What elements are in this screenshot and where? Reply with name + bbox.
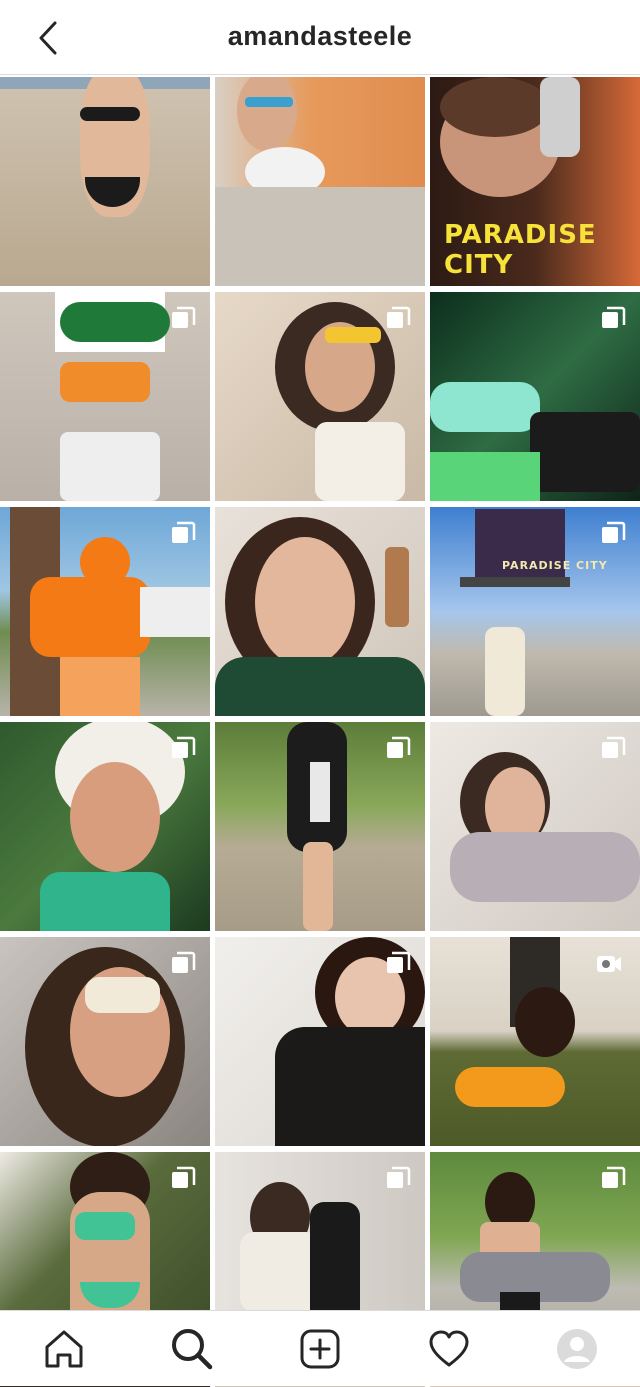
post-image	[455, 1067, 565, 1107]
carousel-icon	[172, 521, 196, 543]
post-image	[303, 842, 333, 931]
post-image	[540, 77, 580, 157]
bottom-nav	[0, 1310, 640, 1386]
avatar-icon	[557, 1329, 597, 1369]
post-tile[interactable]	[430, 722, 640, 931]
video-icon	[597, 956, 621, 972]
carousel-icon	[172, 1166, 196, 1188]
posts-grid: PARADISE CITY PARADISE CITY	[0, 77, 640, 1387]
post-image	[85, 977, 160, 1013]
carousel-icon	[172, 306, 196, 328]
carousel-icon	[387, 736, 411, 758]
home-icon	[45, 1330, 83, 1368]
post-image	[430, 382, 540, 432]
post-image	[325, 327, 381, 343]
post-image	[30, 577, 150, 657]
post-image	[515, 987, 575, 1057]
nav-home[interactable]	[42, 1327, 86, 1371]
nav-new-post[interactable]	[298, 1327, 342, 1371]
post-image	[140, 587, 210, 637]
post-image	[237, 77, 297, 151]
post-tile[interactable]	[215, 507, 425, 716]
top-bar: amandasteele	[0, 0, 640, 75]
profile-username: amandasteele	[227, 21, 413, 51]
nav-activity[interactable]	[427, 1327, 471, 1371]
plus-square-icon	[300, 1329, 340, 1369]
post-tile[interactable]	[430, 292, 640, 501]
post-image	[60, 432, 160, 501]
post-image	[60, 362, 150, 402]
post-tile[interactable]	[0, 292, 210, 501]
post-image	[255, 537, 355, 667]
post-image	[240, 1232, 320, 1312]
post-image	[215, 657, 425, 716]
post-tile[interactable]	[0, 722, 210, 931]
search-icon	[172, 1329, 213, 1370]
post-tile[interactable]: PARADISE CITY	[430, 507, 640, 716]
post-image	[440, 77, 550, 137]
post-image	[80, 537, 130, 587]
carousel-icon	[602, 1166, 626, 1188]
nav-profile[interactable]	[555, 1327, 599, 1371]
post-tile[interactable]: PARADISE CITY	[430, 77, 640, 286]
carousel-icon	[602, 736, 626, 758]
post-image	[450, 832, 640, 902]
post-image	[215, 187, 425, 286]
post-image	[245, 97, 293, 107]
post-image	[60, 302, 170, 342]
post-image	[80, 107, 140, 121]
post-image	[430, 452, 540, 501]
post-overlay-text: PARADISE CITY	[444, 220, 597, 280]
post-image	[485, 627, 525, 716]
post-image	[70, 762, 160, 872]
carousel-icon	[387, 306, 411, 328]
carousel-icon	[387, 1166, 411, 1188]
post-image	[75, 1212, 135, 1240]
post-image	[40, 872, 170, 931]
post-image	[310, 762, 330, 822]
post-image	[60, 657, 140, 716]
post-image	[315, 422, 405, 501]
heart-icon	[429, 1330, 469, 1367]
post-tile[interactable]	[0, 507, 210, 716]
post-tile[interactable]	[0, 77, 210, 286]
post-tile[interactable]	[430, 937, 640, 1146]
carousel-icon	[172, 736, 196, 758]
post-image	[385, 547, 409, 627]
carousel-icon	[602, 521, 626, 543]
post-image	[275, 1027, 425, 1146]
billboard-text: PARADISE CITY	[502, 559, 608, 572]
post-tile[interactable]	[215, 937, 425, 1146]
post-image	[460, 577, 570, 587]
carousel-icon	[387, 951, 411, 973]
post-tile[interactable]	[215, 292, 425, 501]
post-tile[interactable]	[0, 937, 210, 1146]
post-image	[530, 412, 640, 492]
post-tile[interactable]	[215, 722, 425, 931]
carousel-icon	[172, 951, 196, 973]
nav-search[interactable]	[170, 1327, 214, 1371]
post-tile[interactable]	[215, 77, 425, 286]
carousel-icon	[602, 306, 626, 328]
